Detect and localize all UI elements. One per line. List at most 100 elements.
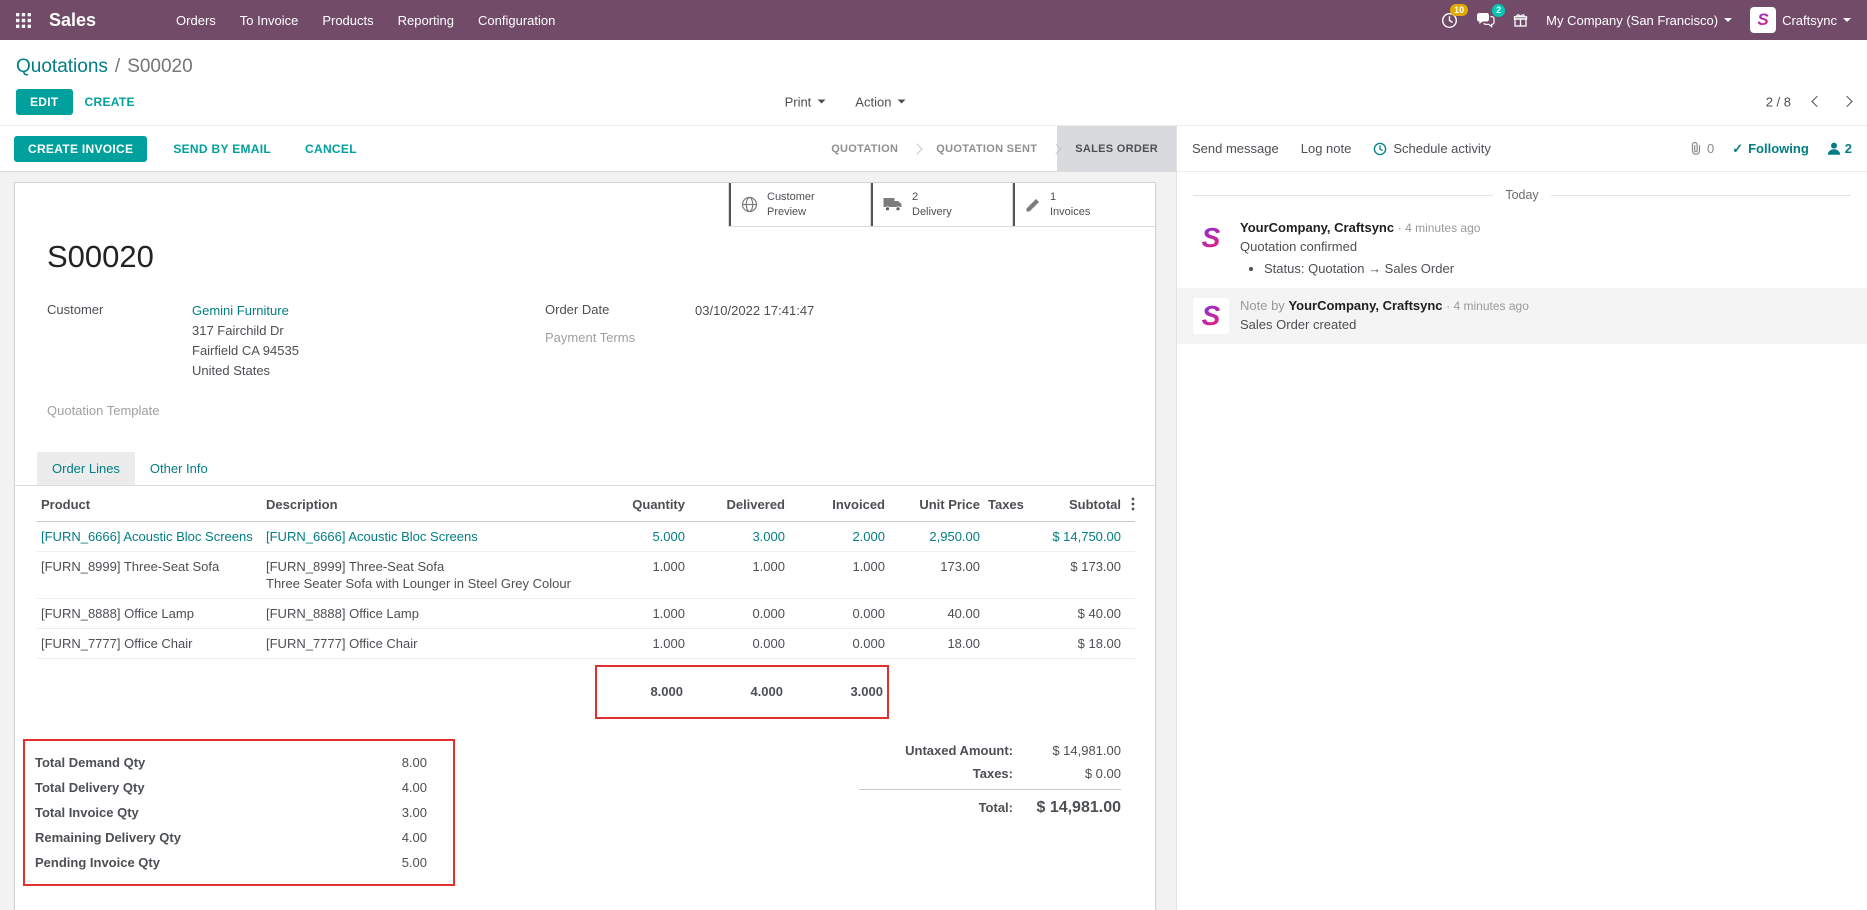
status-sales-order[interactable]: SALES ORDER xyxy=(1057,126,1176,171)
cell-quantity: 1.000 xyxy=(597,551,689,598)
form-column: CREATE INVOICE SEND BY EMAIL CANCEL QUOT… xyxy=(0,126,1176,910)
pager-next-icon[interactable] xyxy=(1841,96,1852,107)
taxes-value: $ 0.00 xyxy=(1013,766,1121,781)
cell-delivered: 0.000 xyxy=(689,628,789,658)
chatter-panel: Send message Log note Schedule activity … xyxy=(1176,126,1867,910)
date-divider: Today xyxy=(1193,188,1851,202)
order-lines-table: Product Description Quantity Delivered I… xyxy=(37,488,1135,659)
user-menu[interactable]: S Craftsync xyxy=(1750,7,1851,33)
company-menu[interactable]: My Company (San Francisco) xyxy=(1546,13,1732,28)
table-header-row: Product Description Quantity Delivered I… xyxy=(37,488,1135,522)
paperclip-icon xyxy=(1689,141,1703,156)
action-dropdown[interactable]: Action xyxy=(855,94,905,109)
cell-taxes xyxy=(984,521,1030,551)
status-quotation-sent[interactable]: QUOTATION SENT xyxy=(918,126,1055,171)
create-invoice-button[interactable]: CREATE INVOICE xyxy=(14,136,147,162)
cell-invoiced: 0.000 xyxy=(789,628,889,658)
send-message-button[interactable]: Send message xyxy=(1192,141,1279,156)
form-sheet: CustomerPreview 2Delivery 1Invoices S000… xyxy=(14,182,1156,910)
cell-delivered: 3.000 xyxy=(689,521,789,551)
print-dropdown[interactable]: Print xyxy=(785,94,826,109)
col-taxes: Taxes xyxy=(984,488,1030,522)
message-author: YourCompany, Craftsync xyxy=(1240,220,1394,235)
menu-reporting[interactable]: Reporting xyxy=(388,7,464,34)
delivery-button[interactable]: 2Delivery xyxy=(871,183,1013,226)
customer-link[interactable]: Gemini Furniture xyxy=(192,303,289,318)
cell-delivered: 1.000 xyxy=(689,551,789,598)
messages-badge: 2 xyxy=(1492,4,1505,17)
cell-product: [FURN_8888] Office Lamp xyxy=(37,598,262,628)
cell-delivered: 0.000 xyxy=(689,598,789,628)
pager-value[interactable]: 2 / 8 xyxy=(1766,94,1791,109)
cell-description: [FURN_8888] Office Lamp xyxy=(262,598,597,628)
table-row[interactable]: [FURN_8999] Three-Seat Sofa [FURN_8999] … xyxy=(37,551,1135,598)
cell-taxes xyxy=(984,598,1030,628)
cell-unit-price: 18.00 xyxy=(889,628,984,658)
quotation-template-label: Quotation Template xyxy=(47,402,192,418)
cell-subtotal: $ 18.00 xyxy=(1030,628,1125,658)
menu-orders[interactable]: Orders xyxy=(166,7,226,34)
summary-row: Total Invoice Qty3.00 xyxy=(35,800,427,825)
breadcrumb-quotations[interactable]: Quotations xyxy=(16,56,108,78)
user-avatar: S xyxy=(1750,7,1776,33)
taxes-label: Taxes: xyxy=(973,766,1013,781)
following-toggle[interactable]: ✓ Following xyxy=(1732,141,1809,157)
tab-order-lines[interactable]: Order Lines xyxy=(37,452,135,485)
apps-menu-icon[interactable] xyxy=(16,13,31,28)
cell-quantity: 1.000 xyxy=(597,598,689,628)
app-name[interactable]: Sales xyxy=(49,10,96,31)
table-row[interactable]: [FURN_7777] Office Chair [FURN_7777] Off… xyxy=(37,628,1135,658)
create-button[interactable]: CREATE xyxy=(73,90,147,114)
col-product: Product xyxy=(37,488,262,522)
amount-totals: Untaxed Amount:$ 14,981.00 Taxes:$ 0.00 … xyxy=(859,739,1121,821)
optional-columns-icon[interactable] xyxy=(1129,497,1137,511)
log-note-button[interactable]: Log note xyxy=(1301,141,1352,156)
tab-other-info[interactable]: Other Info xyxy=(135,452,223,485)
menu-to-invoice[interactable]: To Invoice xyxy=(230,7,309,34)
order-date-value: 03/10/2022 17:41:47 xyxy=(695,301,814,321)
column-totals-row: 8.000 4.000 3.000 xyxy=(37,665,1133,719)
menu-products[interactable]: Products xyxy=(312,7,383,34)
followers-button[interactable]: 2 xyxy=(1827,141,1852,156)
messages-icon[interactable]: 2 xyxy=(1476,12,1495,28)
chevron-down-icon xyxy=(1843,18,1851,26)
col-delivered: Delivered xyxy=(689,488,789,522)
chevron-down-icon xyxy=(897,100,905,108)
customer-country: United States xyxy=(192,363,270,378)
cell-unit-price: 40.00 xyxy=(889,598,984,628)
cell-unit-price: 2,950.00 xyxy=(889,521,984,551)
edit-button[interactable]: EDIT xyxy=(16,89,73,115)
menu-configuration[interactable]: Configuration xyxy=(468,7,565,34)
untaxed-amount-label: Untaxed Amount: xyxy=(905,743,1013,758)
customer-city: Fairfield CA 94535 xyxy=(192,343,299,358)
breadcrumb-separator: / xyxy=(115,56,120,78)
invoices-button[interactable]: 1Invoices xyxy=(1013,183,1155,226)
col-subtotal: Subtotal xyxy=(1030,488,1125,522)
activities-icon[interactable]: 10 xyxy=(1441,12,1458,29)
send-by-email-button[interactable]: SEND BY EMAIL xyxy=(161,137,283,161)
attachments-button[interactable]: 0 xyxy=(1689,141,1714,156)
payment-terms-label: Payment Terms xyxy=(545,329,695,345)
check-icon: ✓ xyxy=(1732,141,1743,157)
cell-invoiced: 0.000 xyxy=(789,598,889,628)
table-row[interactable]: [FURN_6666] Acoustic Bloc Screens [FURN_… xyxy=(37,521,1135,551)
customer-preview-button[interactable]: CustomerPreview xyxy=(729,183,871,226)
avatar: S xyxy=(1193,298,1229,334)
total-quantity: 8.000 xyxy=(597,684,687,699)
col-description: Description xyxy=(262,488,597,522)
total-invoiced: 3.000 xyxy=(787,684,887,699)
table-row[interactable]: [FURN_8888] Office Lamp [FURN_8888] Offi… xyxy=(37,598,1135,628)
cell-subtotal: $ 173.00 xyxy=(1030,551,1125,598)
status-quotation[interactable]: QUOTATION xyxy=(813,126,916,171)
pager-previous-icon[interactable] xyxy=(1811,96,1822,107)
summary-row: Total Demand Qty8.00 xyxy=(35,750,427,775)
schedule-activity-button[interactable]: Schedule activity xyxy=(1373,141,1491,156)
cancel-button[interactable]: CANCEL xyxy=(293,137,369,161)
chatter-message: S YourCompany, Craftsync · 4 minutes ago… xyxy=(1177,208,1867,288)
gift-icon[interactable] xyxy=(1513,13,1528,28)
message-body: Quotation confirmed xyxy=(1240,239,1480,254)
cell-invoiced: 1.000 xyxy=(789,551,889,598)
cell-product: [FURN_7777] Office Chair xyxy=(37,628,262,658)
total-delivered: 4.000 xyxy=(687,684,787,699)
summary-row: Total Delivery Qty4.00 xyxy=(35,775,427,800)
